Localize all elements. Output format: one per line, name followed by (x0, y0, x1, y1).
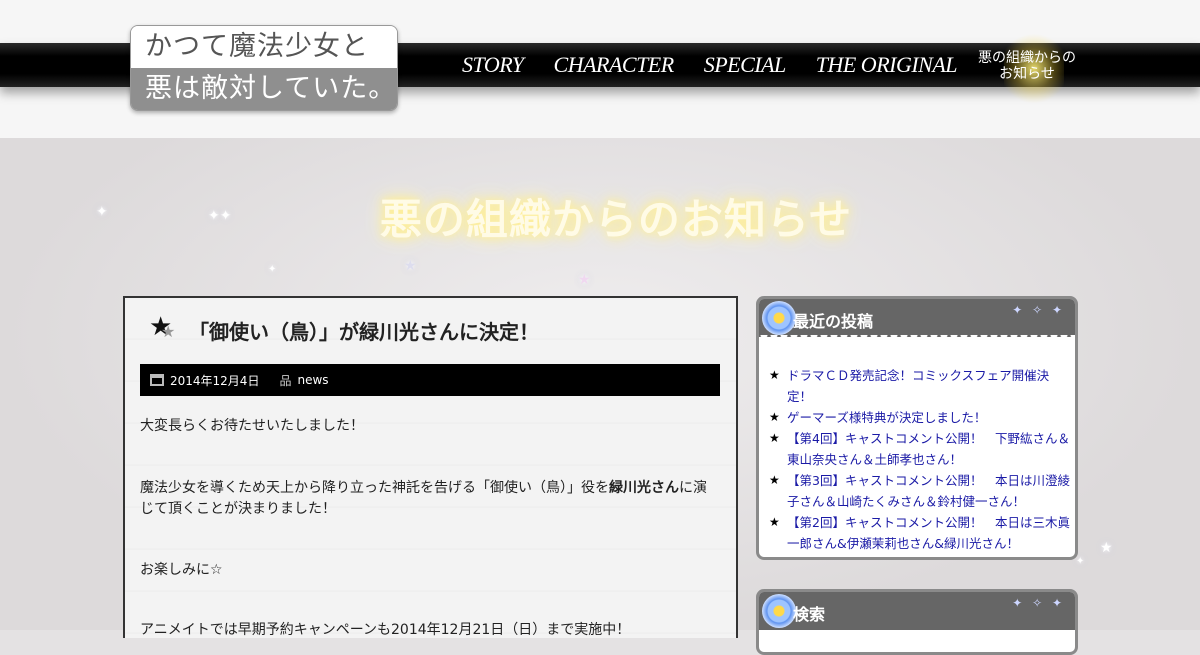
flower-icon (762, 301, 796, 335)
nav-story[interactable]: STORY (462, 52, 524, 78)
sparkle-icon: ★ (404, 258, 417, 274)
widget-title: 検索 (793, 605, 826, 624)
calendar-icon (150, 374, 164, 386)
article-paragraph: 大変長らくお待たせいたしました！ (140, 418, 364, 434)
sparkle-icon: ✦✦ (208, 208, 232, 224)
nav-character[interactable]: CHARACTER (554, 52, 675, 78)
text-segment: 魔法少女を導くため天上から降り立った神託を告げる「御使い（鳥）」役を (140, 480, 609, 496)
article-title: 「御使い（鳥）」が緑川光さんに決定！ (189, 320, 539, 344)
nav-original[interactable]: THE ORIGINAL (816, 52, 958, 78)
star-icon: ★ (161, 322, 176, 341)
recent-post-link[interactable]: 【第4回】キャストコメント公開！ 下野紘さん＆東山奈央さん＆土師孝也さん！ (769, 428, 1071, 470)
main-nav: STORY CHARACTER SPECIAL THE ORIGINAL (462, 43, 987, 87)
flower-icon (762, 594, 796, 628)
recent-post-link[interactable]: ゲーマーズ様特典が決定しました！ (769, 407, 1071, 428)
recent-posts-list: ドラマＣＤ発売記念！コミックスフェア開催決定！ ゲーマーズ様特典が決定しました！… (759, 337, 1075, 568)
sparkle-icon: ✦ (96, 204, 108, 220)
search-widget: 検索 ✦ ✧ ✦ (756, 589, 1078, 655)
site-logo[interactable]: かつて魔法少女と 悪は敵対していた。 (130, 25, 398, 111)
sparkle-icon: ✦ ✧ ✦ (1012, 596, 1065, 610)
lace-border (759, 335, 1075, 343)
sparkle-icon: ✦ (268, 264, 277, 275)
article-date: 2014年12月4日 (170, 373, 260, 388)
sparkle-icon: ✦ ✧ ✦ (1012, 303, 1065, 317)
site-header: かつて魔法少女と 悪は敵対していた。 STORY CHARACTER SPECI… (0, 0, 1200, 138)
cast-name: 緑川光さん (609, 480, 679, 496)
logo-line2: 悪は敵対していた。 (131, 68, 397, 110)
logo-line1: かつて魔法少女と (131, 26, 397, 68)
article-paragraph: 魔法少女を導くため天上から降り立った神託を告げる「御使い（鳥）」役を緑川光さんに… (140, 478, 720, 520)
article-meta: 2014年12月4日 品 news (140, 364, 720, 396)
recent-post-link[interactable]: ドラマＣＤ発売記念！コミックスフェア開催決定！ (769, 365, 1071, 407)
nav-special[interactable]: SPECIAL (704, 52, 787, 78)
article-category[interactable]: news (297, 373, 328, 387)
sparkle-icon: ★ (578, 272, 591, 288)
page-title: 悪の組織からのお知らせ (379, 195, 853, 244)
sparkle-icon: ★ (1100, 540, 1113, 556)
widget-header: 検索 ✦ ✧ ✦ (759, 592, 1075, 630)
recent-post-link[interactable]: 【第2回】キャストコメント公開！ 本日は三木眞一郎さん&伊瀬茉莉也さん&緑川光さ… (769, 512, 1071, 554)
article-paragraph: アニメイトでは早期予約キャンペーンも2014年12月21日（日）まで実施中！ (140, 622, 631, 638)
article: ★ ★ 「御使い（鳥）」が緑川光さんに決定！ 2014年12月4日 品 news… (123, 296, 738, 638)
article-paragraph: お楽しみに☆ (140, 562, 223, 578)
nav-news[interactable]: 悪の組織からのお知らせ (974, 50, 1080, 82)
sparkle-icon: ✦ (1076, 556, 1085, 567)
recent-post-link[interactable]: 【第3回】キャストコメント公開！ 本日は川澄綾子さん＆山崎たくみさん＆鈴村健一さ… (769, 470, 1071, 512)
widget-title: 最近の投稿 (793, 312, 874, 331)
category-tree-icon: 品 (279, 373, 292, 388)
recent-posts-widget: 最近の投稿 ✦ ✧ ✦ ドラマＣＤ発売記念！コミックスフェア開催決定！ ゲーマー… (756, 296, 1078, 560)
widget-header: 最近の投稿 ✦ ✧ ✦ (759, 299, 1075, 343)
